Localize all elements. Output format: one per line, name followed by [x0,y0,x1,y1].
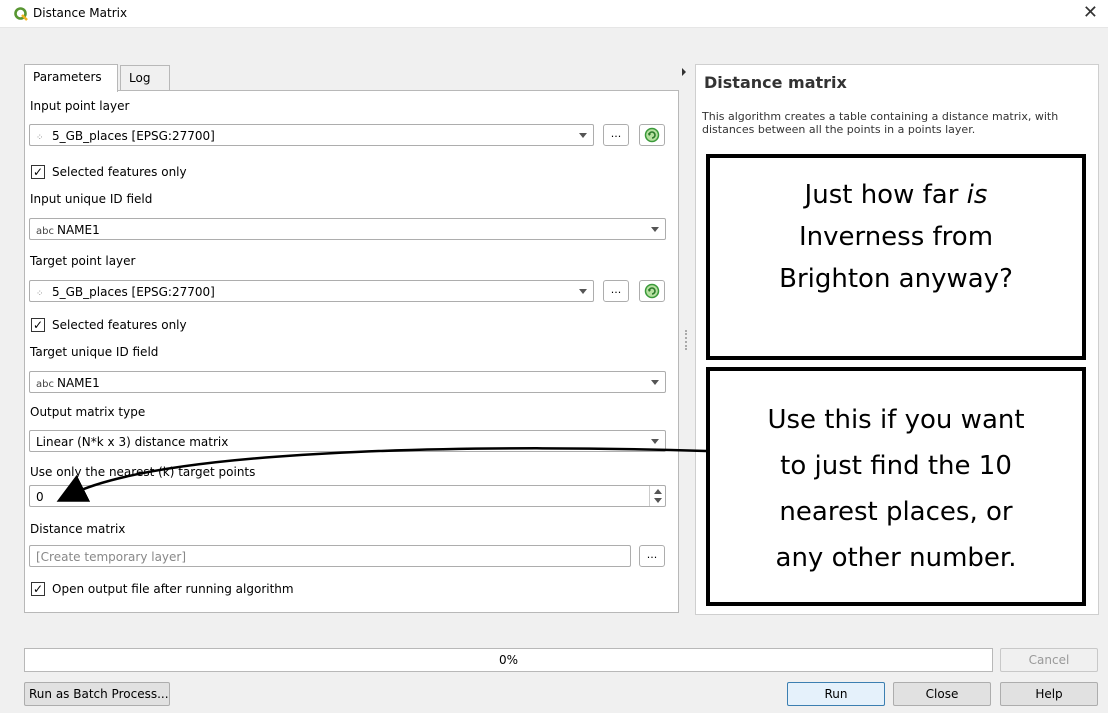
output-destination-input[interactable]: [Create temporary layer] [29,545,631,567]
callout-text-line: Brighton anyway? [779,264,1013,294]
input-id-label: Input unique ID field [30,192,153,206]
help-description: This algorithm creates a table containin… [702,110,1059,136]
target-layer-iterate-button[interactable] [639,280,665,302]
spin-updown-icon[interactable] [649,486,665,506]
nearest-label: Use only the nearest (k) target points [30,465,256,479]
text-field-icon: abc [36,226,54,237]
text-field-icon: abc [36,379,54,390]
checkbox-checked[interactable]: ✓ [31,165,45,179]
progress-bar: 0% [24,648,993,672]
close-window-button[interactable]: ✕ [1083,2,1098,23]
run-button[interactable]: Run [787,682,885,706]
callout-text-line: Just how far [804,180,967,210]
nearest-k-value: 0 [36,490,44,504]
point-layer-icon: ⁘ [36,289,44,299]
collapse-arrow-icon[interactable] [682,68,686,76]
callout-text-emphasis: is [966,180,988,210]
title-bar: Distance Matrix ✕ [0,0,1108,28]
tab-parameters[interactable]: Parameters [24,64,118,92]
nearest-k-spinbox[interactable]: 0 [29,485,666,507]
callout-text-line: to just find the 10 [780,451,1012,481]
matrix-type-value: Linear (N*k x 3) distance matrix [36,435,229,449]
target-id-value: NAME1 [56,376,100,390]
input-layer-browse-button[interactable]: ... [603,124,629,146]
target-selected-only-label: Selected features only [52,318,187,332]
window-title: Distance Matrix [33,6,128,20]
callout-text-line: any other number. [775,543,1017,573]
open-output-label: Open output file after running algorithm [52,582,294,596]
input-id-combo[interactable]: abc NAME1 [29,218,666,240]
refresh-icon [644,283,660,299]
target-layer-combo[interactable]: ⁘ 5_GB_places [EPSG:27700] [29,280,594,302]
input-selected-only-label: Selected features only [52,165,187,179]
callout-nearest-tip: Use this if you want to just find the 10… [706,367,1086,606]
input-layer-iterate-button[interactable] [639,124,665,146]
checkbox-checked[interactable]: ✓ [31,582,45,596]
input-layer-combo[interactable]: ⁘ 5_GB_places [EPSG:27700] [29,124,594,146]
chevron-down-icon [579,289,587,294]
target-layer-label: Target point layer [30,254,136,268]
callout-text-line: nearest places, or [779,497,1013,527]
target-layer-value: 5_GB_places [EPSG:27700] [52,285,215,299]
target-id-label: Target unique ID field [30,345,159,359]
chevron-down-icon [651,227,659,232]
refresh-icon [644,127,660,143]
target-id-combo[interactable]: abc NAME1 [29,371,666,393]
chevron-down-icon [651,380,659,385]
chevron-down-icon [579,133,587,138]
point-layer-icon: ⁘ [36,133,44,143]
input-layer-value: 5_GB_places [EPSG:27700] [52,129,215,143]
output-label: Distance matrix [30,522,126,536]
progress-text: 0% [498,653,519,667]
splitter-handle[interactable] [685,330,687,350]
matrix-type-label: Output matrix type [30,405,146,419]
help-title: Distance matrix [704,73,847,92]
input-id-value: NAME1 [56,223,100,237]
help-button[interactable]: Help [1000,682,1098,706]
close-button[interactable]: Close [893,682,991,706]
chevron-down-icon [651,439,659,444]
output-browse-button[interactable]: ... [639,545,665,567]
callout-distance-question: Just how far is Inverness from Brighton … [706,154,1086,360]
callout-text-line: Inverness from [798,222,994,252]
qgis-logo-icon [14,7,28,21]
input-layer-label: Input point layer [30,99,130,113]
cancel-button[interactable]: Cancel [1000,648,1098,672]
checkbox-checked[interactable]: ✓ [31,318,45,332]
callout-text-line: Use this if you want [767,405,1025,435]
tab-log[interactable]: Log [120,65,170,91]
target-layer-browse-button[interactable]: ... [603,280,629,302]
batch-process-button[interactable]: Run as Batch Process... [24,682,170,706]
matrix-type-combo[interactable]: Linear (N*k x 3) distance matrix [29,430,666,452]
